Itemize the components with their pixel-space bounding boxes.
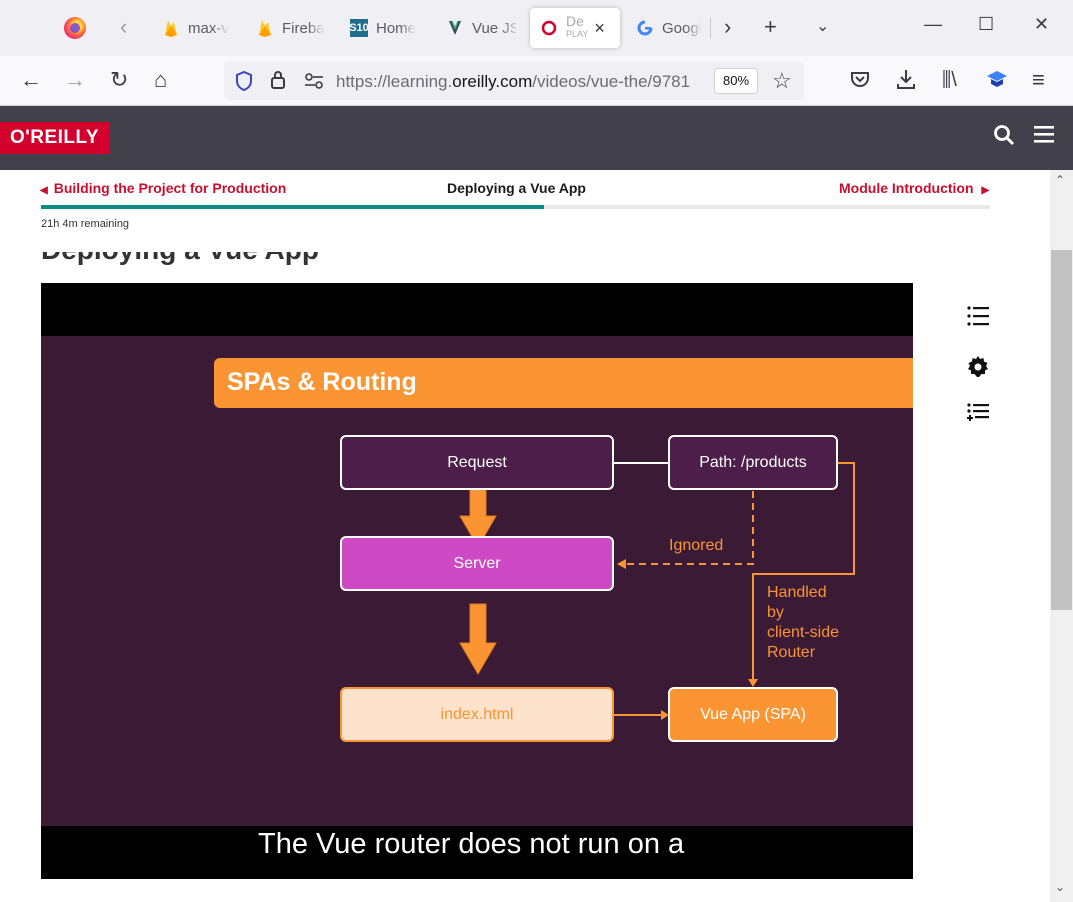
video-caption: The Vue router does not run on a (258, 828, 685, 860)
scroll-down-icon[interactable]: ⌄ (1055, 880, 1065, 894)
handled-line-2: by (767, 604, 784, 621)
video-player[interactable]: SPAs & Routing Request Path: /products S… (41, 283, 913, 879)
firebase-icon (256, 19, 274, 37)
table-of-contents-icon[interactable] (966, 305, 990, 331)
permissions-icon[interactable] (304, 73, 324, 94)
current-lesson-title: Deploying a Vue App (447, 180, 586, 196)
url-domain: oreilly.com (452, 72, 533, 91)
tab-separator (710, 18, 711, 38)
scroll-up-icon[interactable]: ⌃ (1055, 173, 1065, 187)
tab-home[interactable]: S10 Home (350, 8, 420, 48)
tab-title: Fireba (282, 19, 324, 37)
search-icon[interactable] (993, 124, 1015, 152)
browser-nav-bar: ← → ↻ ⌂ https://learning.oreilly.com/vid… (0, 56, 1073, 106)
downloads-icon[interactable] (896, 68, 916, 95)
vue-app-box: Vue App (SPA) (668, 687, 838, 742)
handled-line-4: Router (767, 644, 816, 661)
firefox-logo-icon[interactable] (64, 17, 86, 39)
oreilly-logo[interactable]: O'REILLY (0, 122, 109, 154)
previous-lesson-link[interactable]: ◀ Building the Project for Production (40, 180, 286, 196)
main-content: Deploying a Vue App ◀ Building the Projec… (0, 170, 1050, 902)
tabs-scroll-right-icon[interactable]: › (724, 14, 731, 40)
tab-max-v[interactable]: max-v (162, 8, 232, 48)
pocket-icon[interactable] (850, 69, 870, 94)
shield-icon[interactable] (234, 70, 254, 97)
tab-google[interactable]: Googl (636, 8, 704, 48)
server-label: Server (453, 554, 501, 572)
tab-title: max-v (188, 19, 229, 37)
scroll-thumb[interactable] (1051, 250, 1072, 610)
url-bar[interactable]: https://learning.oreilly.com/videos/vue-… (224, 62, 804, 100)
reload-icon[interactable]: ↻ (110, 68, 128, 92)
vue-app-label: Vue App (SPA) (700, 705, 806, 723)
extension-icon[interactable] (986, 69, 1008, 94)
caret-right-icon: ▶ (981, 185, 990, 196)
tab-subtitle: PLAY (566, 29, 589, 39)
firebase-icon (162, 19, 180, 37)
tabs-scroll-left-icon[interactable]: ‹ (120, 16, 127, 38)
app-menu-icon[interactable]: ≡ (1032, 68, 1045, 92)
settings-gear-icon[interactable] (966, 355, 990, 383)
bookmark-star-icon[interactable]: ☆ (772, 68, 792, 94)
forward-icon[interactable]: → (64, 68, 86, 92)
handled-line-3: client-side (767, 624, 840, 641)
progress-bar (41, 205, 990, 209)
back-icon[interactable]: ← (20, 68, 42, 92)
tab-vue-js[interactable]: Vue JS (446, 8, 516, 48)
time-remaining: 21h 4m remaining (41, 218, 130, 230)
add-to-playlist-icon[interactable] (966, 402, 990, 428)
url-text[interactable]: https://learning.oreilly.com/videos/vue-… (336, 72, 708, 92)
path-box: Path: /products (668, 435, 838, 490)
maximize-icon[interactable]: ☐ (978, 14, 994, 35)
page-scrollbar[interactable]: ⌃ ⌄ (1050, 170, 1073, 902)
lock-icon[interactable] (270, 70, 286, 95)
zoom-level-button[interactable]: 80% (714, 68, 758, 94)
site-header: O'REILLY (0, 106, 1073, 170)
handled-label: Handled by client-side Router (767, 583, 839, 663)
tab-title-box: De PLAY (566, 13, 589, 41)
handled-line-1: Handled (767, 584, 827, 601)
library-icon[interactable]: ⫼\ (942, 68, 957, 92)
tab-title: Googl (662, 19, 703, 37)
close-window-icon[interactable]: ✕ (1034, 14, 1049, 35)
tab-firebase[interactable]: Fireba (256, 8, 324, 48)
previous-lesson-label: Building the Project for Production (53, 180, 287, 196)
index-html-label: index.html (440, 705, 514, 723)
index-html-box: index.html (340, 687, 614, 742)
minimize-icon[interactable]: — (924, 14, 942, 35)
tab-title: Home (376, 19, 417, 37)
browser-tab-bar: ‹ max-v Fireba S10 Home Vue JS De PLAY × (0, 0, 1073, 56)
tab-close-icon[interactable]: × (594, 18, 605, 39)
path-label: Path: /products (699, 453, 807, 471)
tab-title: De (566, 13, 584, 29)
vue-icon (446, 19, 464, 37)
url-suffix: /videos/vue-the/9781 (532, 72, 691, 91)
next-lesson-link[interactable]: Module Introduction ▶ (839, 180, 989, 196)
hamburger-menu-icon[interactable] (1034, 124, 1054, 150)
google-icon (636, 19, 654, 37)
tab-oreilly-active[interactable]: De PLAY × (530, 8, 620, 48)
next-lesson-label: Module Introduction (839, 180, 974, 196)
server-box: Server (340, 536, 614, 591)
home-icon[interactable]: ⌂ (154, 68, 167, 92)
tab-title: Vue JS (472, 19, 516, 37)
request-label: Request (447, 453, 507, 471)
url-prefix: https://learning. (336, 72, 453, 91)
video-slide: SPAs & Routing Request Path: /products S… (41, 336, 913, 826)
caret-left-icon: ◀ (40, 185, 48, 196)
s10-icon: S10 (350, 19, 369, 37)
progress-fill (41, 205, 544, 209)
request-box: Request (340, 435, 614, 490)
list-all-tabs-icon[interactable]: ⌄ (816, 14, 829, 40)
new-tab-icon[interactable]: + (764, 14, 777, 40)
oreilly-icon (540, 19, 558, 37)
ignored-label: Ignored (669, 537, 724, 554)
